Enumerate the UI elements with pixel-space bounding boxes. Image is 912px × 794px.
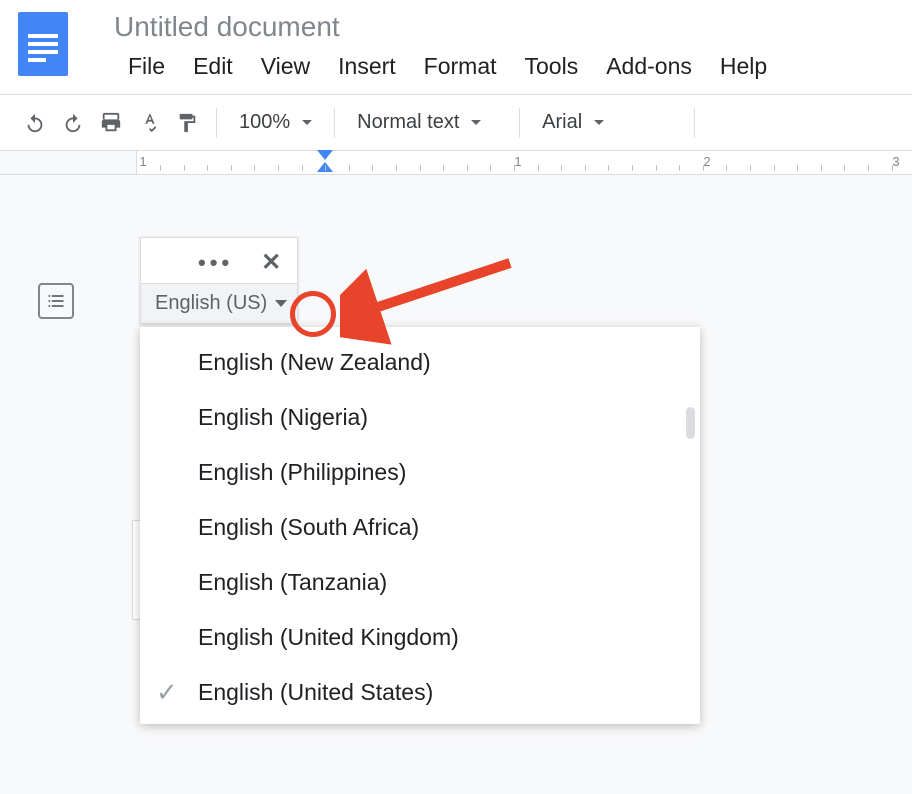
docs-logo-icon[interactable]: [18, 12, 68, 76]
menu-view[interactable]: View: [247, 49, 324, 84]
document-title[interactable]: Untitled document: [114, 8, 912, 49]
menu-file[interactable]: File: [114, 49, 179, 84]
lang-option-new-zealand[interactable]: English (New Zealand): [140, 335, 700, 390]
ruler-number: 1: [514, 154, 521, 169]
menu-edit[interactable]: Edit: [179, 49, 247, 84]
ruler-number: 2: [703, 154, 710, 169]
lang-option-united-kingdom[interactable]: English (United Kingdom): [140, 610, 700, 665]
caret-down-icon: [302, 120, 312, 125]
menubar: File Edit View Insert Format Tools Add-o…: [114, 49, 912, 84]
ruler-number: 1: [139, 154, 146, 169]
header-right: Untitled document File Edit View Insert …: [114, 8, 912, 84]
document-canvas: ••• ✕ English (US) English (New Zealand)…: [0, 175, 912, 794]
font-select[interactable]: Arial: [532, 106, 682, 140]
style-value: Normal text: [357, 111, 459, 134]
menu-insert[interactable]: Insert: [324, 49, 410, 84]
undo-button[interactable]: [18, 106, 52, 140]
menu-help[interactable]: Help: [706, 49, 781, 84]
close-icon[interactable]: ✕: [257, 248, 285, 277]
print-button[interactable]: [94, 106, 128, 140]
separator: [216, 108, 217, 138]
outline-toggle-button[interactable]: [38, 283, 74, 319]
redo-button[interactable]: [56, 106, 90, 140]
caret-down-icon: [594, 120, 604, 125]
caret-down-icon: [275, 300, 287, 307]
toolbar: 100% Normal text Arial: [0, 95, 912, 151]
app-header: Untitled document File Edit View Insert …: [0, 0, 912, 90]
lang-option-united-states[interactable]: ✓ English (United States): [140, 665, 700, 720]
menu-format[interactable]: Format: [410, 49, 511, 84]
language-dropdown: English (New Zealand) English (Nigeria) …: [140, 327, 700, 724]
menu-tools[interactable]: Tools: [511, 49, 593, 84]
paragraph-style-select[interactable]: Normal text: [347, 106, 507, 140]
more-options-icon[interactable]: •••: [194, 250, 237, 276]
separator: [519, 108, 520, 138]
menu-addons[interactable]: Add-ons: [592, 49, 706, 84]
zoom-select[interactable]: 100%: [229, 106, 322, 140]
separator: [694, 108, 695, 138]
language-selector-button[interactable]: English (US): [141, 283, 297, 323]
lang-option-nigeria[interactable]: English (Nigeria): [140, 390, 700, 445]
horizontal-ruler[interactable]: 1 1 2 3 // placeholder for ticks drawn b…: [0, 151, 912, 175]
lang-option-south-africa[interactable]: English (South Africa): [140, 500, 700, 555]
zoom-value: 100%: [239, 111, 290, 134]
font-value: Arial: [542, 111, 582, 134]
paint-format-button[interactable]: [170, 106, 204, 140]
check-icon: ✓: [156, 677, 178, 708]
separator: [334, 108, 335, 138]
caret-down-icon: [471, 120, 481, 125]
ruler-number: 3: [892, 154, 899, 169]
language-selected-label: English (US): [155, 292, 267, 315]
language-panel: ••• ✕ English (US): [140, 237, 298, 324]
lang-option-tanzania[interactable]: English (Tanzania): [140, 555, 700, 610]
lang-option-philippines[interactable]: English (Philippines): [140, 445, 700, 500]
spellcheck-button[interactable]: [132, 106, 166, 140]
